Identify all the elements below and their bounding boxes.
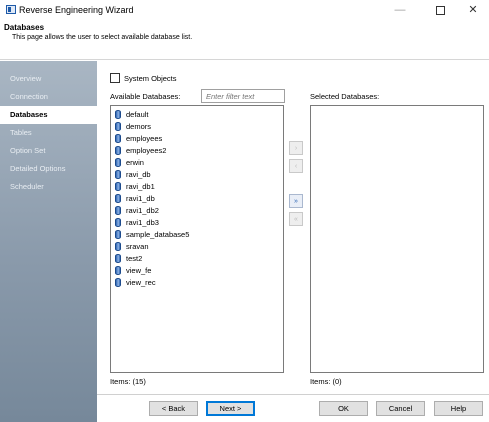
sidebar-item-scheduler[interactable]: Scheduler — [0, 178, 97, 196]
available-items-count: Items: (15) — [110, 377, 146, 386]
page-title: Databases — [4, 23, 45, 32]
close-button[interactable]: ✕ — [455, 0, 489, 20]
help-button[interactable]: Help — [434, 401, 483, 416]
database-icon — [115, 205, 121, 215]
sidebar-item-tables[interactable]: Tables — [0, 124, 97, 142]
database-name: ravi1_db3 — [126, 217, 159, 227]
page-header: Databases This page allows the user to s… — [0, 20, 489, 60]
list-item[interactable]: demors — [111, 120, 283, 132]
list-item[interactable]: ravi_db — [111, 168, 283, 180]
move-all-left-button[interactable]: « — [289, 212, 303, 226]
next-button[interactable]: Next > — [206, 401, 255, 416]
list-item[interactable]: sample_database5 — [111, 228, 283, 240]
database-name: default — [126, 109, 149, 119]
maximize-icon — [435, 5, 445, 15]
list-item[interactable]: ravi1_db2 — [111, 204, 283, 216]
database-name: ravi1_db — [126, 193, 155, 203]
selected-databases-label: Selected Databases: — [310, 92, 380, 101]
selected-databases-list[interactable] — [310, 105, 484, 373]
database-name: employees — [126, 133, 163, 143]
list-item[interactable]: sravan — [111, 240, 283, 252]
database-name: view_fe — [126, 265, 152, 275]
sidebar-item-connection[interactable]: Connection — [0, 88, 97, 106]
list-item[interactable]: ravi1_db3 — [111, 216, 283, 228]
database-name: erwin — [126, 157, 144, 167]
footer-divider — [97, 394, 489, 395]
sidebar-item-detailed-options[interactable]: Detailed Options — [0, 160, 97, 178]
title-bar: Reverse Engineering Wizard — ✕ — [0, 0, 489, 20]
sidebar-item-overview[interactable]: Overview — [0, 70, 97, 88]
wizard-steps-sidebar: Overview Connection Databases Tables Opt… — [0, 61, 97, 422]
main-content: System Objects Available Databases: Sele… — [97, 61, 489, 422]
list-item[interactable]: default — [111, 108, 283, 120]
move-right-button[interactable]: › — [289, 141, 303, 155]
move-left-icon: ‹ — [294, 162, 298, 170]
database-name: sravan — [126, 241, 149, 251]
move-all-right-button[interactable]: » — [289, 194, 303, 208]
system-objects-checkbox[interactable] — [110, 73, 120, 83]
database-name: ravi_db — [126, 169, 151, 179]
database-icon — [115, 277, 121, 287]
database-name: sample_database5 — [126, 229, 190, 239]
cancel-button[interactable]: Cancel — [376, 401, 425, 416]
list-item[interactable]: test2 — [111, 252, 283, 264]
filter-input[interactable] — [201, 89, 285, 103]
maximize-button[interactable] — [422, 0, 458, 20]
app-icon — [6, 5, 16, 14]
list-item[interactable]: employees2 — [111, 144, 283, 156]
database-icon — [115, 265, 121, 275]
list-item[interactable]: view_fe — [111, 264, 283, 276]
database-icon — [115, 181, 121, 191]
database-name: demors — [126, 121, 152, 131]
window-title: Reverse Engineering Wizard — [19, 5, 134, 15]
list-item[interactable]: employees — [111, 132, 283, 144]
available-databases-list[interactable]: default demors employees employees2 erwin rav… — [110, 105, 284, 373]
database-icon — [115, 145, 121, 155]
sidebar-item-option-set[interactable]: Option Set — [0, 142, 97, 160]
database-name: ravi1_db2 — [126, 205, 159, 215]
sidebar-item-databases[interactable]: Databases — [0, 106, 97, 124]
list-item[interactable]: ravi1_db — [111, 192, 283, 204]
system-objects-label: System Objects — [124, 73, 177, 83]
available-databases-label: Available Databases: — [110, 92, 181, 101]
system-objects-row: System Objects — [110, 73, 177, 83]
list-item[interactable]: ravi_db1 — [111, 180, 283, 192]
database-icon — [115, 109, 121, 119]
database-icon — [115, 229, 121, 239]
database-icon — [115, 121, 121, 131]
list-item[interactable]: view_rec — [111, 276, 283, 288]
move-all-left-icon: « — [294, 215, 298, 223]
database-icon — [115, 169, 121, 179]
move-all-right-icon: » — [294, 197, 298, 205]
database-name: test2 — [126, 253, 143, 263]
ok-button[interactable]: OK — [319, 401, 368, 416]
database-icon — [115, 217, 121, 227]
back-button[interactable]: < Back — [149, 401, 198, 416]
database-icon — [115, 133, 121, 143]
database-icon — [115, 193, 121, 203]
database-icon — [115, 253, 121, 263]
move-left-button[interactable]: ‹ — [289, 159, 303, 173]
database-icon — [115, 241, 121, 251]
minimize-button[interactable]: — — [382, 0, 418, 20]
database-icon — [115, 157, 121, 167]
database-name: employees2 — [126, 145, 167, 155]
database-name: ravi_db1 — [126, 181, 155, 191]
selected-items-count: Items: (0) — [310, 377, 342, 386]
list-item[interactable]: erwin — [111, 156, 283, 168]
move-right-icon: › — [294, 144, 298, 152]
database-name: view_rec — [126, 277, 156, 287]
page-subtitle: This page allows the user to select avai… — [12, 34, 193, 41]
